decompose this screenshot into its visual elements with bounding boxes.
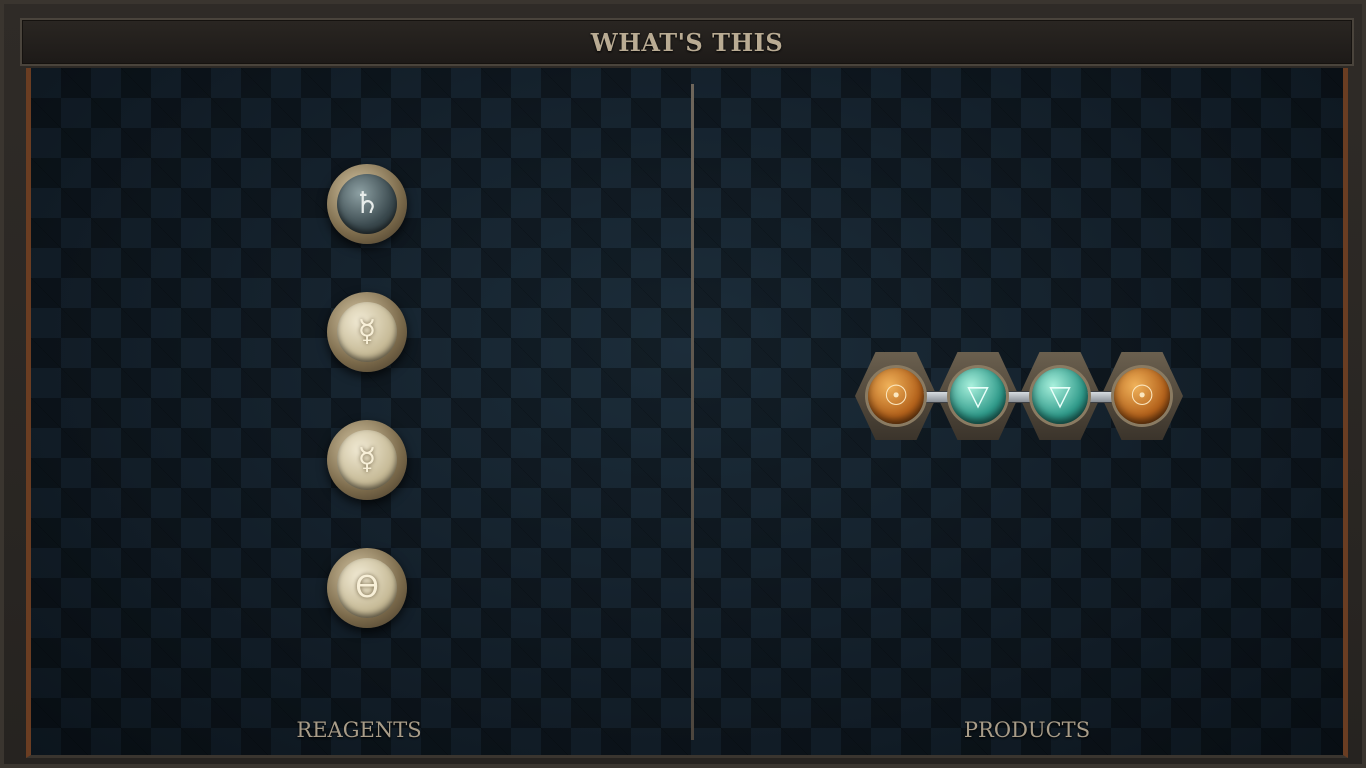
water-atom-icon: ▽ [1032, 368, 1088, 424]
window-frame: WHAT'S THIS ♄ ☿ ☿ ϴ ☉ ▽ ▽ ☉ REAGENTS PRO… [0, 0, 1366, 768]
page-title: WHAT'S THIS [590, 27, 784, 57]
reagents-label: REAGENTS [296, 718, 422, 742]
panel-divider [691, 84, 694, 740]
reaction-board: ♄ ☿ ☿ ϴ ☉ ▽ ▽ ☉ REAGENTS PRODUCTS [26, 68, 1348, 758]
reagent-slot-1[interactable]: ♄ [327, 164, 407, 244]
products-label: PRODUCTS [963, 718, 1091, 742]
water-atom-icon: ▽ [950, 368, 1006, 424]
gold-atom-icon: ☉ [1114, 368, 1170, 424]
reagent-symbol-icon: ϴ [337, 558, 397, 618]
product-molecule[interactable]: ☉ ▽ ▽ ☉ [855, 352, 1183, 440]
gold-atom-icon: ☉ [868, 368, 924, 424]
bond-link [1085, 391, 1113, 403]
reagent-symbol-icon: ☿ [337, 430, 397, 490]
title-bar: WHAT'S THIS [20, 18, 1354, 66]
reagent-symbol-icon: ☿ [337, 302, 397, 362]
reagent-slot-4[interactable]: ϴ [327, 548, 407, 628]
bond-link [1003, 391, 1031, 403]
reagent-symbol-icon: ♄ [337, 174, 397, 234]
reagent-slot-3[interactable]: ☿ [327, 420, 407, 500]
reagent-slot-2[interactable]: ☿ [327, 292, 407, 372]
bond-link [921, 391, 949, 403]
